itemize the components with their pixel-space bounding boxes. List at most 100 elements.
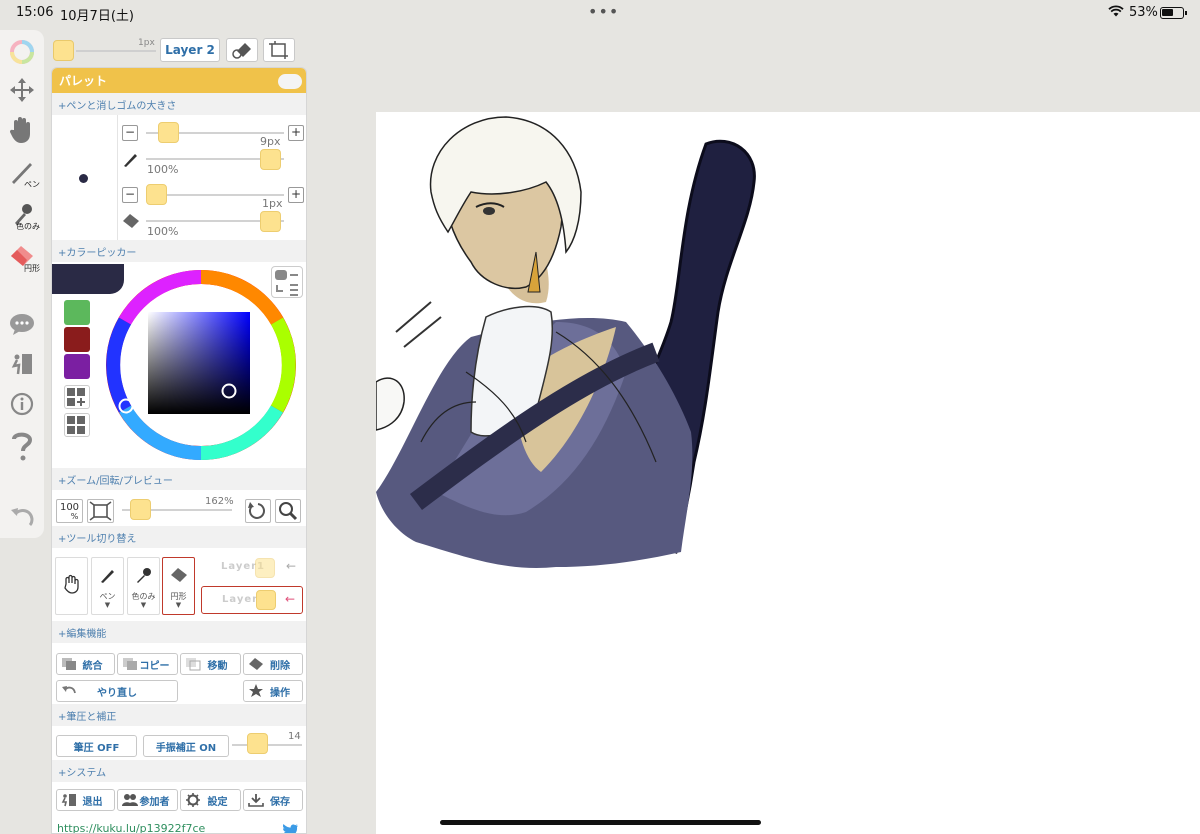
exit-label: 退出 [82, 796, 103, 808]
merge-icon [62, 658, 76, 670]
tool-dropper[interactable]: 色のみ ▼ [127, 557, 160, 615]
move-label: 移動 [207, 660, 228, 672]
fit-screen-icon [89, 501, 112, 521]
layer-2-select-arrow[interactable]: ← [285, 592, 295, 606]
pen-size-value: 9px [260, 135, 281, 148]
tool-pen-caret: ▼ [104, 601, 111, 609]
color-wheel[interactable] [103, 267, 299, 467]
twitter-bird-icon[interactable] [282, 822, 298, 833]
add-swatch-button[interactable] [64, 385, 90, 409]
layer-2-opacity-slider[interactable] [256, 590, 276, 610]
dropper-tool[interactable]: 色のみ [4, 194, 40, 234]
section-zoom[interactable]: +ズーム/回転/プレビュー [52, 468, 306, 490]
tool-pen[interactable]: ペン ▼ [91, 557, 124, 615]
move-icon[interactable] [4, 70, 40, 110]
zoom-slider[interactable] [130, 499, 151, 520]
color-swatch-green[interactable] [64, 300, 90, 325]
copy-button[interactable]: コピー [117, 653, 178, 675]
zoom-reset-button[interactable]: 100 % [56, 499, 83, 523]
hand-icon[interactable] [4, 110, 40, 150]
layer-1-select-arrow[interactable]: ← [286, 559, 296, 573]
settings-button[interactable]: 設定 [180, 789, 241, 811]
rotate-icon [248, 502, 265, 519]
artwork-illustration [375, 116, 756, 568]
redo-button[interactable]: やり直し [56, 680, 178, 702]
pencil-icon [122, 150, 140, 172]
fit-screen-button[interactable] [87, 499, 114, 523]
layer-settings-button[interactable] [226, 38, 258, 62]
layer-1-opacity-slider[interactable] [255, 558, 275, 578]
star-icon [249, 684, 263, 697]
pen-size-slider[interactable] [158, 122, 179, 143]
exit-button[interactable]: 退出 [56, 789, 115, 811]
rotate-reset-button[interactable] [245, 499, 271, 523]
copy-label: コピー [139, 660, 170, 672]
section-pressure[interactable]: +筆圧と補正 [52, 704, 306, 726]
zoom-reset-label: 100 [59, 502, 80, 513]
pen-size-minus[interactable]: − [122, 125, 138, 141]
operate-label: 操作 [270, 687, 290, 699]
layer-row-1[interactable]: Layer1 ← [201, 554, 303, 582]
palette-header: パレット [52, 68, 306, 93]
room-url-link[interactable]: https://kuku.lu/p13922f7ce [57, 822, 205, 833]
section-edit[interactable]: +編集機能 [52, 621, 306, 643]
palette-collapse-toggle[interactable] [278, 74, 302, 89]
drawing-canvas[interactable] [375, 112, 1200, 834]
dropper-tool-icon [137, 568, 151, 583]
status-bar: 15:06 10月7日(土) ••• 53% [0, 0, 1200, 26]
pen-tool[interactable]: ペン [4, 152, 40, 192]
merge-button[interactable]: 統合 [56, 653, 115, 675]
pen-size-plus[interactable]: + [288, 125, 304, 141]
section-system[interactable]: +システム [52, 760, 306, 782]
pressure-toggle-button[interactable]: 筆圧 OFF [56, 735, 137, 757]
multitask-dots-icon[interactable]: ••• [588, 2, 619, 21]
stabilizer-toggle-button[interactable]: 手振補正 ON [143, 735, 229, 757]
participants-button[interactable]: 参加者 [117, 789, 178, 811]
delete-button[interactable]: 削除 [243, 653, 303, 675]
eraser-size-slider[interactable] [146, 184, 167, 205]
pen-opacity-slider[interactable] [260, 149, 281, 170]
exit-door-icon[interactable] [4, 344, 40, 384]
tool-eraser[interactable]: 円形 ▼ [162, 557, 195, 615]
tool-hand[interactable] [55, 557, 88, 615]
layer-name-button[interactable]: Layer 2 [160, 38, 220, 62]
picker-mode-button[interactable] [271, 266, 303, 298]
section-color-picker[interactable]: +カラーピッカー [52, 240, 306, 262]
section-tool-switch[interactable]: +ツール切り替え [52, 526, 306, 548]
color-swatch-purple[interactable] [64, 354, 90, 379]
eraser-size-minus[interactable]: − [122, 187, 138, 203]
color-wheel-icon[interactable] [4, 32, 40, 72]
move-button[interactable]: 移動 [180, 653, 241, 675]
help-icon[interactable] [4, 426, 40, 466]
eraser-opacity-slider[interactable] [260, 211, 281, 232]
preview-button[interactable] [275, 499, 301, 523]
settings-label: 設定 [207, 796, 228, 808]
add-swatch-icon [67, 388, 85, 406]
eraser-size-value: 1px [262, 197, 283, 210]
layer-row-2[interactable]: Layer2 ← [201, 586, 303, 614]
tool-rail: ペン 色のみ 円形 [0, 30, 44, 538]
transform-button[interactable] [263, 38, 295, 62]
operate-button[interactable]: 操作 [243, 680, 303, 702]
eraser-size-plus[interactable]: + [288, 187, 304, 203]
save-button[interactable]: 保存 [243, 789, 303, 811]
stabilizer-slider[interactable] [247, 733, 268, 754]
section-pen-eraser[interactable]: +ペンと消しゴムの大きさ [52, 93, 306, 115]
undo-icon[interactable] [4, 496, 40, 536]
brush-preview-dot [79, 174, 88, 183]
pen-tool-label: ペン [24, 180, 40, 189]
crop-icon [269, 41, 288, 59]
chat-icon[interactable] [4, 304, 40, 344]
merge-label: 統合 [82, 660, 103, 672]
pen-tool-icon [101, 570, 114, 583]
color-swatch-red[interactable] [64, 327, 90, 352]
save-label: 保存 [270, 796, 290, 808]
swatch-manage-button[interactable] [64, 413, 90, 437]
zoom-value: 162% [205, 496, 234, 507]
move-layer-icon [186, 658, 201, 671]
zoom-reset-unit: % [70, 512, 79, 521]
eraser-tool[interactable]: 円形 [4, 236, 40, 276]
info-icon[interactable] [4, 384, 40, 424]
home-indicator[interactable] [440, 820, 761, 825]
current-brush-swatch[interactable] [53, 40, 74, 61]
